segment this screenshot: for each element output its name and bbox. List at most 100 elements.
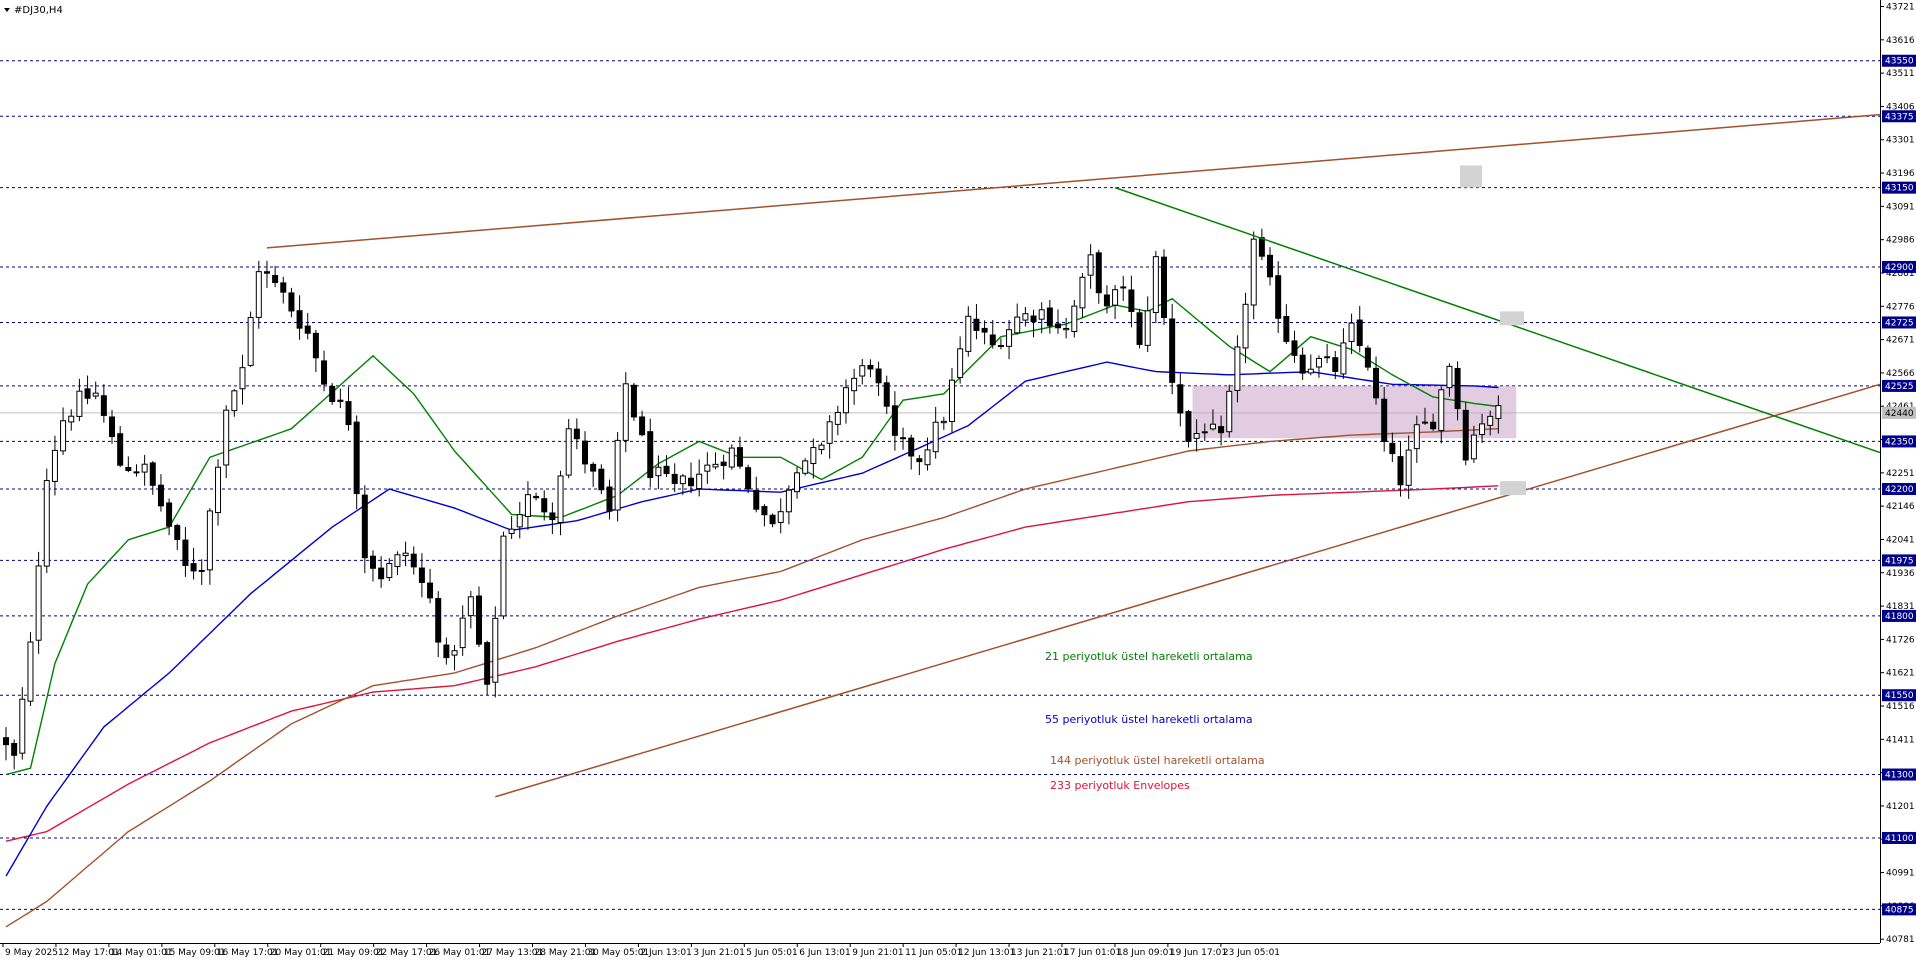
candle-body-bull <box>1022 313 1029 321</box>
candle-body-bull <box>965 315 972 352</box>
level-label-text: 42350 <box>1885 437 1914 447</box>
price-axis[interactable]: 4372143616435114340643301431964309142986… <box>1880 3 1916 946</box>
candle-body-bear <box>663 465 670 474</box>
candle-body-bull <box>402 552 409 557</box>
time-label: 2 Jun 13:01 <box>640 948 691 958</box>
annotation-ema55: 55 periyotluk üstel hareketli ortalama <box>1045 713 1253 726</box>
candle <box>1185 409 1192 448</box>
candle-body-bear <box>410 553 417 568</box>
candle-body-bear <box>304 325 311 334</box>
candle-body-bull <box>1112 289 1119 306</box>
candle-body-bull <box>834 411 841 425</box>
level-label-text: 40875 <box>1885 905 1914 915</box>
candle-body-bull <box>27 641 34 702</box>
candle-body-bear <box>133 471 140 474</box>
level-label-text: 41300 <box>1885 771 1914 781</box>
candle-body-bear <box>1291 340 1298 356</box>
candle <box>35 551 42 654</box>
candle-body-bear <box>427 582 434 599</box>
candle-body-bear <box>630 384 637 418</box>
candle-body-bull <box>842 387 849 414</box>
candle-body-bull <box>141 463 148 473</box>
candle-body-bear <box>337 399 344 402</box>
candle-body-bull <box>1193 433 1200 439</box>
price-label: 41936 <box>1886 569 1915 579</box>
price-label: 40781 <box>1886 935 1915 945</box>
level-label-text: 41100 <box>1885 834 1914 844</box>
candle-body-bull <box>1446 365 1453 389</box>
candle-body-bull <box>223 409 230 466</box>
level-label-42200: 42200 <box>1882 483 1916 496</box>
candle-body-bear <box>198 569 205 572</box>
level-label-text: 43375 <box>1885 112 1914 122</box>
candle-body-bear <box>867 364 874 370</box>
candle <box>1136 308 1143 349</box>
candle-body-bull <box>932 421 939 453</box>
candle-body-bear <box>753 489 760 510</box>
price-label: 41411 <box>1886 735 1915 745</box>
candle-body-bear <box>900 437 907 440</box>
candle <box>475 586 482 647</box>
candle-body-bear <box>1299 354 1306 374</box>
price-label: 42041 <box>1886 535 1915 545</box>
candle-body-bull <box>467 596 474 617</box>
candle-body-bear <box>736 447 743 467</box>
candle-body-bull <box>1405 449 1412 486</box>
candle-body-bull <box>696 473 703 490</box>
candle-body-bear <box>272 275 279 284</box>
time-label: 9 Jun 21:01 <box>852 948 903 958</box>
candle-body-bear <box>598 468 605 491</box>
candle-body-bear <box>973 318 980 331</box>
level-label-text: 42725 <box>1885 318 1914 328</box>
candle-body-bear <box>769 514 776 525</box>
candle-body-bear <box>883 382 890 407</box>
level-label-43150: 43150 <box>1882 181 1916 194</box>
annotation-ema144: 144 periyotluk üstel hareketli ortalama <box>1050 754 1265 767</box>
candle <box>598 464 605 495</box>
candle-body-bear <box>1356 319 1363 347</box>
candle-body-bear <box>84 388 91 399</box>
level-label-text: 41800 <box>1885 612 1914 622</box>
candle-body-bull <box>924 449 931 466</box>
time-label: 6 Jun 13:01 <box>799 948 850 958</box>
candle-body-bull <box>1234 346 1241 391</box>
level-label-42525: 42525 <box>1882 379 1916 392</box>
price-label: 42671 <box>1886 336 1915 346</box>
time-label: 23 Jun 05:01 <box>1223 948 1280 958</box>
candle-body-bear <box>435 597 442 643</box>
candle-body-bear <box>263 271 270 274</box>
candle-body-bull <box>777 511 784 523</box>
time-label: 5 Jun 05:01 <box>746 948 797 958</box>
level-label-41300: 41300 <box>1882 768 1916 781</box>
candle-body-bull <box>492 617 499 683</box>
candle-body-bear <box>573 428 580 440</box>
price-label: 41621 <box>1886 669 1915 679</box>
price-label: 42986 <box>1886 236 1915 246</box>
candle <box>1462 401 1469 466</box>
candle-body-bear <box>1177 384 1184 414</box>
candle-body-bull <box>68 415 75 423</box>
candle-body-bear <box>582 440 589 465</box>
time-label: 3 Jun 21:01 <box>693 948 744 958</box>
candle-body-bull <box>679 475 686 485</box>
candle-body-bull <box>1120 286 1127 289</box>
candle-body-bear <box>182 539 189 566</box>
candle-body-bear <box>1030 315 1037 323</box>
level-label-42900: 42900 <box>1882 260 1916 273</box>
candle-body-bear <box>100 395 107 416</box>
marker-box <box>1460 165 1483 188</box>
candle <box>329 383 336 405</box>
candle-body-bull <box>1315 357 1322 368</box>
level-label-41975: 41975 <box>1882 554 1916 567</box>
price-label: 43616 <box>1886 36 1915 46</box>
candle-body-bear <box>1161 256 1168 318</box>
candle-body-bull <box>231 390 238 412</box>
candle-body-bull <box>826 421 833 444</box>
candle-body-bull <box>1201 431 1208 434</box>
candle-body-bear <box>639 416 646 436</box>
candle-body-bull <box>948 379 955 422</box>
level-label-text: 43550 <box>1885 57 1914 67</box>
level-label-text: 41975 <box>1885 556 1914 566</box>
candle-body-bull <box>51 449 58 482</box>
level-label-text: 42900 <box>1885 263 1914 273</box>
